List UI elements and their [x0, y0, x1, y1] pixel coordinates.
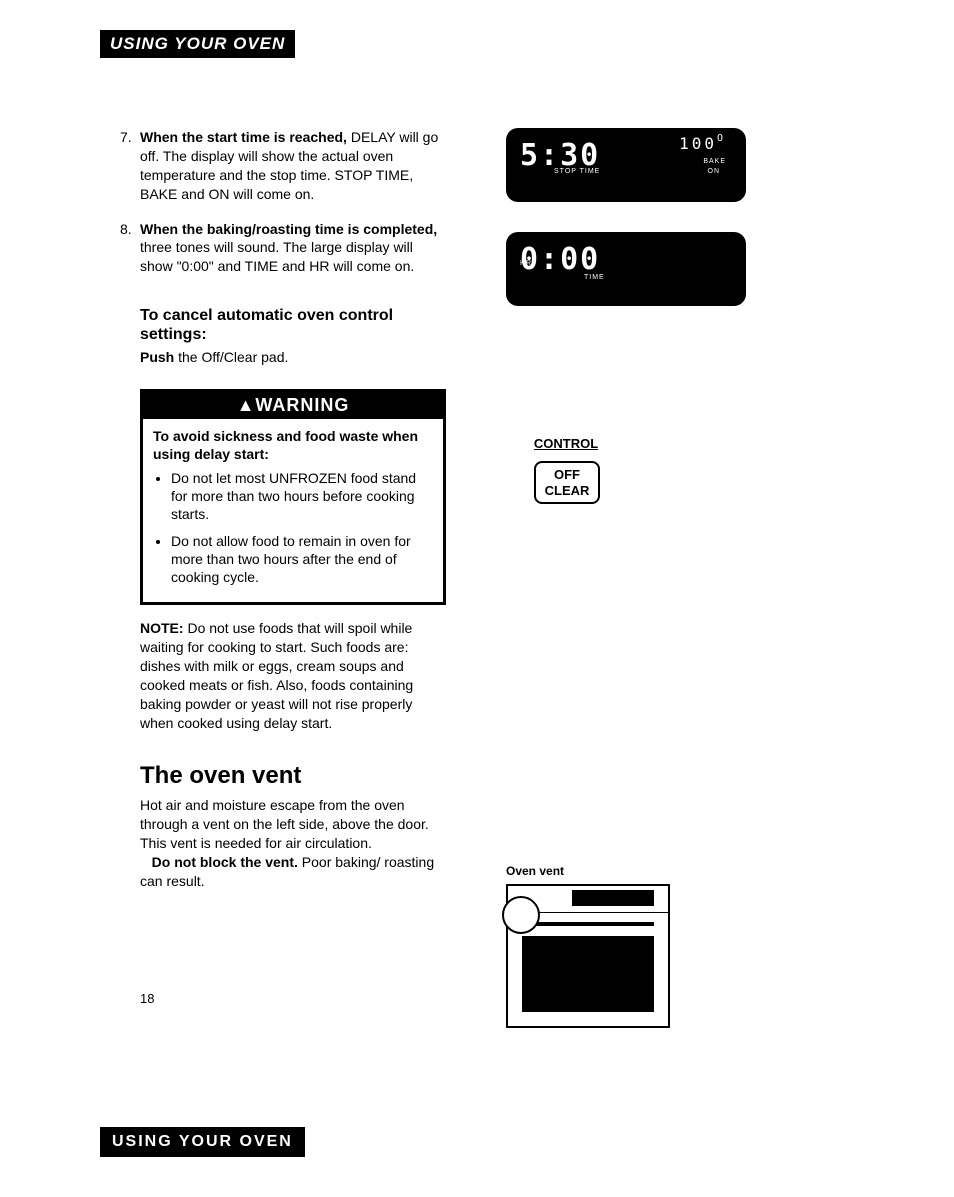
oven-vent-body: Hot air and moisture escape from the ove… [140, 796, 446, 890]
right-column: 5:30 STOP TIME 100O BAKE ON 0:00 HR TIME… [476, 128, 746, 1028]
degree-icon: O [717, 133, 726, 144]
oven-vent-label: Oven vent [506, 864, 746, 878]
cancel-heading: To cancel automatic oven control setting… [140, 306, 446, 344]
cancel-bold: Push [140, 349, 174, 365]
off-clear-button[interactable]: OFF CLEAR [534, 461, 600, 504]
oven-door-icon [522, 936, 654, 1012]
footer-bar: USING YOUR OVEN [100, 1127, 305, 1157]
header-bar: USING YOUR OVEN [100, 30, 295, 58]
warning-box: ▲WARNING To avoid sickness and food wast… [140, 389, 446, 606]
temp-value: 100 [679, 134, 717, 153]
step-number: 7. [120, 128, 132, 147]
display-temp: 100O [679, 134, 726, 153]
cancel-rest: the Off/Clear pad. [174, 349, 288, 365]
vent-p2-bold: Do not block the vent. [152, 854, 298, 870]
note-text: Do not use foods that will spoil while w… [140, 620, 413, 730]
step-7: 7. When the start time is reached, DELAY… [140, 128, 446, 204]
oven-control-panel-icon [572, 890, 654, 906]
page-number: 18 [140, 991, 446, 1006]
warning-intro: To avoid sickness and food waste when us… [153, 427, 433, 463]
left-column: 7. When the start time is reached, DELAY… [100, 128, 446, 1028]
warning-bullet: Do not allow food to remain in oven for … [171, 532, 433, 587]
oven-illustration [506, 884, 670, 1028]
vent-p1: Hot air and moisture escape from the ove… [140, 797, 429, 851]
oven-handle-icon [522, 922, 654, 926]
warning-header: ▲WARNING [143, 392, 443, 419]
clear-text: CLEAR [536, 483, 598, 499]
step-bold: When the start time is reached, [140, 129, 347, 145]
warning-triangle-icon: ▲ [237, 395, 256, 415]
step-number: 8. [120, 220, 132, 239]
oven-vent-title: The oven vent [140, 762, 446, 790]
control-label: CONTROL [526, 436, 606, 451]
oven-display-1: 5:30 STOP TIME 100O BAKE ON [506, 128, 746, 202]
step-text: three tones will sound. The large displa… [140, 239, 414, 274]
step-bold: When the baking/roasting time is complet… [140, 221, 437, 237]
oven-display-2: 0:00 HR TIME [506, 232, 746, 306]
step-8: 8. When the baking/roasting time is comp… [140, 220, 446, 277]
warning-title: WARNING [255, 395, 349, 415]
time-label: TIME [584, 274, 605, 281]
note-paragraph: NOTE: Do not use foods that will spoil w… [140, 619, 446, 732]
note-label: NOTE: [140, 620, 184, 636]
stop-time-label: STOP TIME [554, 168, 600, 175]
bake-label: BAKE [703, 158, 726, 165]
cancel-body: Push the Off/Clear pad. [140, 349, 446, 365]
warning-bullet: Do not let most UNFROZEN food stand for … [171, 469, 433, 524]
off-text: OFF [536, 467, 598, 483]
hr-label: HR [520, 260, 532, 267]
oven-vent-circle-icon [502, 896, 540, 934]
on-label: ON [708, 168, 721, 175]
